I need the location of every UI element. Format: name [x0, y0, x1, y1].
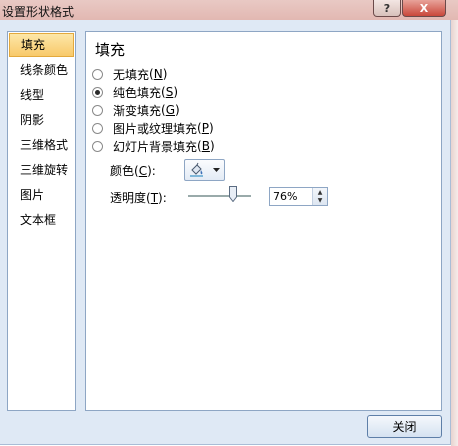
color-picker-button[interactable] — [184, 159, 225, 181]
nav-item-3d-format[interactable]: 三维格式 — [9, 133, 74, 157]
transparency-spinner[interactable]: 76% ▲ ▼ — [269, 187, 328, 206]
color-label: 颜色(C): — [110, 163, 156, 179]
transparency-slider-track[interactable] — [188, 195, 251, 198]
section-title: 填充 — [95, 41, 126, 59]
nav-item-line-style[interactable]: 线型 — [9, 83, 74, 107]
radio-slide-background-fill[interactable]: 幻灯片背景填充(B) — [92, 137, 215, 155]
help-button[interactable]: ? — [373, 0, 401, 17]
spin-up-button[interactable]: ▲ — [313, 188, 327, 196]
chevron-down-icon — [213, 167, 220, 172]
nav-item-text-box[interactable]: 文本框 — [9, 208, 74, 232]
window-edge — [451, 20, 458, 446]
radio-gradient-fill[interactable]: 渐变填充(G) — [92, 101, 180, 119]
radio-button[interactable] — [92, 104, 103, 116]
radio-no-fill[interactable]: 无填充(N) — [92, 65, 167, 83]
title-bar: 设置形状格式 ? X — [0, 0, 458, 20]
transparency-value[interactable]: 76% — [273, 190, 297, 203]
category-list: 填充 线条颜色 线型 阴影 三维格式 三维旋转 图片 文本框 — [7, 31, 76, 411]
window-title: 设置形状格式 — [2, 5, 75, 19]
radio-label: 图片或纹理填充 — [113, 121, 198, 136]
nav-item-shadow[interactable]: 阴影 — [9, 108, 74, 132]
close-button[interactable]: 关闭 — [367, 415, 442, 438]
nav-item-fill[interactable]: 填充 — [9, 33, 74, 57]
radio-label: 幻灯片背景填充 — [113, 139, 198, 154]
radio-button[interactable] — [92, 68, 103, 80]
radio-button[interactable] — [92, 140, 103, 152]
spinner-buttons: ▲ ▼ — [312, 188, 327, 205]
radio-button-checked[interactable] — [92, 86, 103, 98]
fill-panel: 填充 无填充(N) 纯色填充(S) 渐变填充(G) 图片或纹理填充(P) 幻灯片… — [85, 31, 442, 411]
radio-button[interactable] — [92, 122, 103, 134]
nav-item-3d-rotation[interactable]: 三维旋转 — [9, 158, 74, 182]
radio-picture-fill[interactable]: 图片或纹理填充(P) — [92, 119, 214, 137]
paint-bucket-icon — [190, 162, 203, 177]
radio-solid-fill[interactable]: 纯色填充(S) — [92, 83, 178, 101]
transparency-slider-thumb[interactable] — [229, 186, 237, 202]
nav-item-picture[interactable]: 图片 — [9, 183, 74, 207]
spin-down-button[interactable]: ▼ — [313, 196, 327, 204]
nav-item-line-color[interactable]: 线条颜色 — [9, 58, 74, 82]
radio-label: 纯色填充 — [113, 85, 162, 100]
radio-label: 渐变填充 — [113, 103, 162, 118]
transparency-label: 透明度(T): — [110, 190, 167, 206]
radio-label: 无填充 — [113, 67, 150, 82]
close-window-button[interactable]: X — [402, 0, 446, 17]
